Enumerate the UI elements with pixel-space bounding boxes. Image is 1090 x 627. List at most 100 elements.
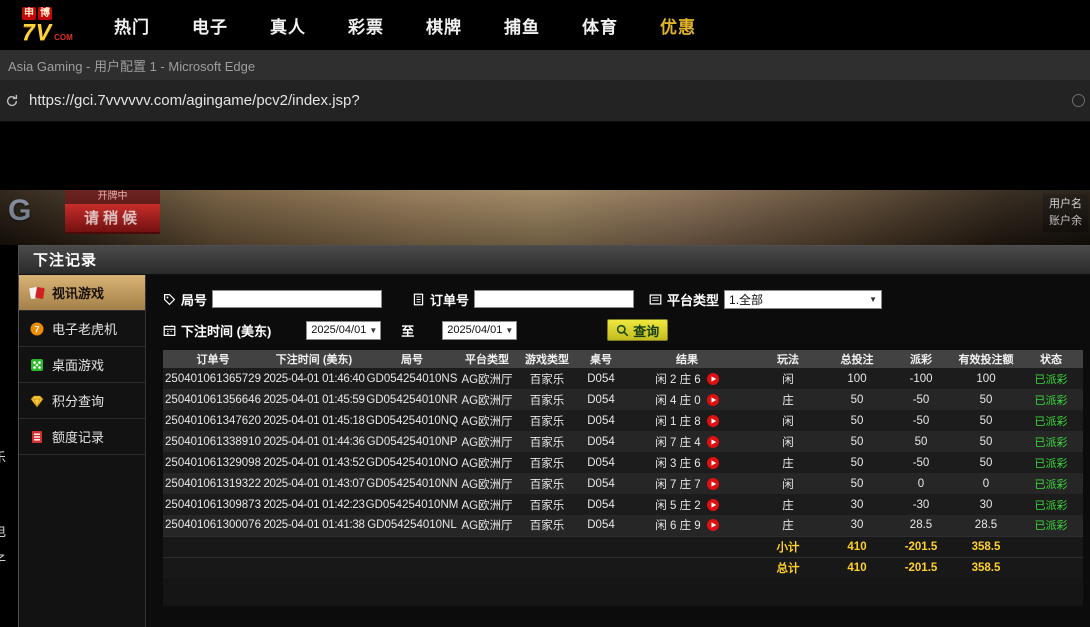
play-video-icon[interactable] bbox=[707, 415, 719, 427]
browser-address-bar[interactable]: https://gci.7vvvvvv.com/agingame/pcv2/in… bbox=[0, 80, 1090, 122]
col-header-bet-time: 下注时间 (美东) bbox=[263, 350, 365, 368]
cell-total-bet: 50 bbox=[825, 389, 889, 410]
date-to-select[interactable]: 2025/04/01 ▼ bbox=[442, 321, 517, 340]
date-from-select[interactable]: 2025/04/01 ▼ bbox=[306, 321, 381, 340]
bet-records-table: 订单号下注时间 (美东)局号平台类型游戏类型桌号结果玩法总投注派彩有效投注额状态… bbox=[163, 350, 1083, 578]
cell-result: 闲 7 庄 4 bbox=[623, 431, 751, 452]
cell-status: 已派彩 bbox=[1019, 473, 1083, 494]
cell-order-no: 250401061356646 bbox=[163, 389, 263, 410]
cell-table-no: D054 bbox=[579, 389, 623, 410]
play-video-icon[interactable] bbox=[707, 373, 719, 385]
cell-total-bet: 410 bbox=[825, 557, 889, 578]
result-text: 闲 7 庄 4 bbox=[655, 434, 700, 450]
cell-result: 闲 4 庄 0 bbox=[623, 389, 751, 410]
cell-valid-bet: 50 bbox=[953, 452, 1019, 473]
cell-order-no: 250401061309873 bbox=[163, 494, 263, 515]
cell-table-no: D054 bbox=[579, 368, 623, 389]
cell-bet-time: 2025-04-01 01:45:18 bbox=[263, 410, 365, 431]
edge-fragment: 子 bbox=[0, 550, 6, 569]
nav-item-2[interactable]: 电子 bbox=[192, 13, 228, 38]
nav-item-6[interactable]: 捕鱼 bbox=[504, 13, 540, 38]
cell-total-bet: 100 bbox=[825, 368, 889, 389]
site-logo[interactable]: 申 博 7V COM bbox=[22, 7, 86, 44]
sidebar-item-1[interactable]: 视讯游戏 bbox=[19, 275, 145, 311]
browser-title-bar: Asia Gaming - 用户配置 1 - Microsoft Edge bbox=[0, 50, 1090, 80]
col-header-valid-bet: 有效投注额 bbox=[953, 350, 1019, 368]
cell-valid-bet: 358.5 bbox=[953, 557, 1019, 578]
sidebar-item-label: 电子老虎机 bbox=[52, 319, 117, 338]
cell-platform bbox=[459, 557, 515, 578]
cell-play-type: 闲 bbox=[751, 368, 825, 389]
dealing-banner: 开牌中 请稍候 bbox=[65, 190, 160, 234]
play-video-icon[interactable] bbox=[707, 478, 719, 490]
cell-result: 闲 5 庄 2 bbox=[623, 494, 751, 515]
cell-play-type: 庄 bbox=[751, 515, 825, 536]
nav-item-7[interactable]: 体育 bbox=[582, 13, 618, 38]
date-from-value: 2025/04/01 bbox=[311, 324, 366, 336]
sidebar-item-label: 桌面游戏 bbox=[52, 355, 104, 374]
cell-play-type: 小计 bbox=[751, 536, 825, 557]
refresh-icon[interactable] bbox=[5, 94, 19, 108]
cell-table-no: D054 bbox=[579, 473, 623, 494]
cell-payout: -100 bbox=[889, 368, 953, 389]
account-label: 账户余 bbox=[1049, 213, 1082, 230]
page-info-icon[interactable] bbox=[1072, 94, 1085, 107]
platform-type-select[interactable]: 1.全部 ▼ bbox=[724, 290, 882, 309]
url-text[interactable]: https://gci.7vvvvvv.com/agingame/pcv2/in… bbox=[29, 92, 1072, 109]
cell-total-bet: 410 bbox=[825, 536, 889, 557]
cell-table-no: D054 bbox=[579, 410, 623, 431]
cell-order-no: 250401061338910 bbox=[163, 431, 263, 452]
cell-play-type: 庄 bbox=[751, 452, 825, 473]
round-no-label: 局号 bbox=[163, 290, 207, 309]
chevron-down-icon: ▼ bbox=[369, 326, 377, 335]
cell-result: 闲 3 庄 6 bbox=[623, 452, 751, 473]
cell-status: 已派彩 bbox=[1019, 368, 1083, 389]
cell-payout: -201.5 bbox=[889, 536, 953, 557]
cell-table-no: D054 bbox=[579, 515, 623, 536]
play-video-icon[interactable] bbox=[707, 519, 719, 531]
play-video-icon[interactable] bbox=[707, 457, 719, 469]
cell-table-no: D054 bbox=[579, 431, 623, 452]
order-no-input[interactable] bbox=[474, 290, 634, 308]
nav-item-4[interactable]: 彩票 bbox=[348, 13, 384, 38]
sidebar-item-2[interactable]: 7电子老虎机 bbox=[19, 311, 145, 347]
dice-icon bbox=[29, 357, 45, 373]
site-top-bar: 申 博 7V COM 热门 电子 真人 彩票 棋牌 捕鱼 体育 优惠 bbox=[0, 0, 1090, 50]
col-header-play-type: 玩法 bbox=[751, 350, 825, 368]
cell-payout: -50 bbox=[889, 452, 953, 473]
round-no-input[interactable] bbox=[212, 290, 382, 308]
account-info: 用户名账户余 bbox=[1043, 194, 1088, 232]
cell-round-no: GD054254010NN bbox=[365, 473, 459, 494]
play-video-icon[interactable] bbox=[707, 436, 719, 448]
sidebar-item-4[interactable]: 积分查询 bbox=[19, 383, 145, 419]
sidebar-item-5[interactable]: 额度记录 bbox=[19, 419, 145, 455]
search-icon bbox=[616, 324, 629, 337]
cell-play-type: 庄 bbox=[751, 494, 825, 515]
cell-payout: 28.5 bbox=[889, 515, 953, 536]
cell-result: 闲 2 庄 6 bbox=[623, 368, 751, 389]
col-header-game-type: 游戏类型 bbox=[515, 350, 579, 368]
sidebar-item-3[interactable]: 桌面游戏 bbox=[19, 347, 145, 383]
cell-game-type: 百家乐 bbox=[515, 473, 579, 494]
document-icon bbox=[412, 293, 425, 306]
cell-order-no: 250401061347620 bbox=[163, 410, 263, 431]
cell-order-no: 250401061365729 bbox=[163, 368, 263, 389]
cell-table-no bbox=[579, 536, 623, 557]
cell-order-no: 250401061300076 bbox=[163, 515, 263, 536]
cell-round-no: GD054254010NQ bbox=[365, 410, 459, 431]
nav-item-3[interactable]: 真人 bbox=[270, 13, 306, 38]
logo-char-1: 申 bbox=[22, 7, 36, 20]
play-video-icon[interactable] bbox=[707, 394, 719, 406]
cell-bet-time: 2025-04-01 01:43:52 bbox=[263, 452, 365, 473]
nav-item-8[interactable]: 优惠 bbox=[660, 13, 696, 38]
result-text: 闲 3 庄 6 bbox=[655, 455, 700, 471]
edge-fragment: 电 bbox=[0, 521, 6, 540]
cell-bet-time: 2025-04-01 01:45:59 bbox=[263, 389, 365, 410]
play-video-icon[interactable] bbox=[707, 499, 719, 511]
search-button[interactable]: 查询 bbox=[607, 319, 668, 341]
calendar-icon bbox=[163, 324, 176, 337]
result-text: 闲 6 庄 9 bbox=[655, 517, 700, 533]
nav-item-1[interactable]: 热门 bbox=[114, 13, 150, 38]
nav-item-5[interactable]: 棋牌 bbox=[426, 13, 462, 38]
cell-payout: -50 bbox=[889, 389, 953, 410]
